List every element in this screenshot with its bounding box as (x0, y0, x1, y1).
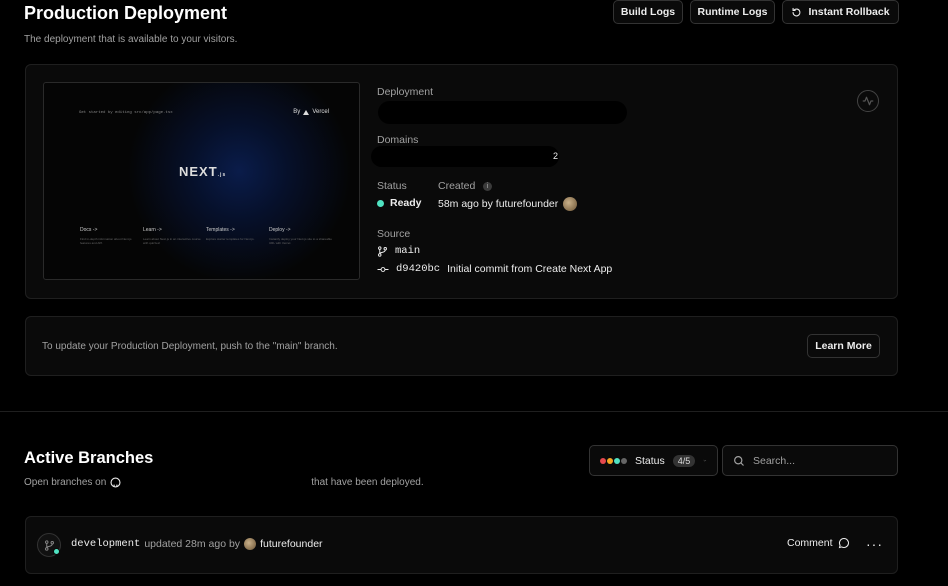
learn-more-button[interactable]: Learn More (807, 334, 880, 358)
source-branch[interactable]: main (377, 245, 420, 257)
deployment-url-redacted[interactable] (378, 101, 627, 124)
rollback-icon (792, 7, 801, 16)
active-branches-subtitle: Open branches on that have been deployed… (24, 477, 424, 488)
preview-next-logo: NEXT.js (179, 164, 226, 179)
deployment-label: Deployment (377, 86, 434, 98)
active-branches-title: Active Branches (24, 449, 154, 467)
preview-link-learn: Learn -> Learn about Next.js in an intera… (143, 227, 206, 245)
avatar (244, 538, 257, 550)
runtime-logs-button[interactable]: Runtime Logs (690, 0, 775, 24)
preview-link-templates: Templates -> Explore starter templates fo… (206, 227, 269, 245)
status-value: Ready (377, 197, 422, 209)
error-dot (600, 457, 606, 464)
comment-label: Comment (787, 537, 833, 549)
update-info-text: To update your Production Deployment, pu… (42, 341, 338, 352)
instant-rollback-button[interactable]: Instant Rollback (782, 0, 899, 24)
queued-dot (621, 457, 627, 464)
production-deployment-section: Production Deployment The deployment tha… (0, 0, 948, 412)
comment-button[interactable]: Comment (787, 537, 850, 549)
section-divider (0, 411, 948, 412)
search-box[interactable] (722, 445, 898, 476)
created-text: 58m ago by futurefounder (438, 198, 559, 210)
search-input[interactable] (753, 454, 883, 467)
vercel-triangle-icon (303, 109, 310, 115)
branch-updated-text: updated 28m ago by (144, 538, 241, 550)
search-icon (734, 455, 744, 466)
avatar[interactable] (563, 197, 578, 211)
preview-logo-suffix: .js (217, 172, 227, 178)
status-filter-count: 4/5 (672, 454, 696, 467)
page-title: Production Deployment (24, 3, 228, 23)
source-commit[interactable]: d9420bc Initial commit from Create Next … (377, 263, 612, 275)
preview-link-desc: Instantly deploy your Next.js site to a … (269, 237, 332, 245)
ready-dot (614, 457, 620, 464)
instant-rollback-label: Instant Rollback (808, 6, 890, 18)
info-icon[interactable]: i (483, 182, 492, 191)
subtitle-prefix: Open branches on (24, 477, 107, 488)
more-options-icon[interactable]: ··· (866, 536, 883, 552)
subtitle-suffix: that have been deployed. (311, 477, 424, 488)
status-filter-label: Status (635, 454, 665, 467)
chevron-down-icon (703, 459, 707, 462)
status-label: Status (377, 180, 407, 192)
git-commit-icon (377, 266, 389, 272)
preview-link-title: Templates -> (206, 227, 235, 233)
build-logs-button[interactable]: Build Logs (613, 0, 683, 24)
created-value: 58m ago by futurefounder (438, 197, 578, 211)
building-dot (607, 457, 613, 464)
status-color-dots (600, 457, 627, 464)
status-filter-dropdown[interactable]: Status 4/5 (589, 445, 718, 476)
branch-user[interactable]: futurefounder (260, 538, 322, 550)
preview-link-desc: Find in-depth information about Next.js … (80, 237, 132, 245)
preview-logo-text: NEXT (179, 164, 218, 179)
branch-name: main (395, 245, 421, 257)
commit-hash: d9420bc (396, 263, 441, 275)
branch-info: development updated 28m ago by futurefou… (71, 538, 323, 550)
git-branch-icon (378, 245, 387, 257)
repo-redacted[interactable] (125, 477, 308, 488)
deployment-preview-thumbnail[interactable]: Get started by editing src/app/page.tsx … (43, 82, 360, 280)
preview-link-desc: Explore starter templates for Next.js. (206, 237, 255, 241)
comment-icon (838, 537, 849, 549)
source-label: Source (377, 228, 411, 240)
preview-vercel-text: Vercel (312, 109, 329, 115)
preview-link-title: Learn -> (143, 227, 162, 233)
status-ready-text: Ready (390, 197, 422, 209)
domains-label: Domains (377, 134, 419, 146)
preview-link-docs: Docs -> Find in-depth information about N… (80, 227, 143, 245)
preview-get-started: Get started by editing src/app/page.tsx (79, 111, 173, 115)
preview-vercel-logo: By Vercel (293, 109, 329, 115)
domains-count[interactable]: 2 (553, 151, 558, 161)
activity-icon[interactable] (857, 90, 879, 112)
domain-redacted[interactable] (371, 146, 559, 167)
status-ready-dot (377, 199, 384, 207)
branch-ready-dot (53, 548, 60, 555)
created-label: Created (438, 180, 476, 192)
preview-links: Docs -> Find in-depth information about N… (80, 227, 340, 245)
preview-link-deploy: Deploy -> Instantly deploy your Next.js s… (269, 227, 332, 245)
preview-link-title: Docs -> (80, 227, 98, 233)
commit-message: Initial commit from Create Next App (447, 263, 613, 275)
page-subtitle: The deployment that is available to your… (24, 34, 238, 45)
github-icon (110, 477, 121, 488)
preview-link-title: Deploy -> (269, 227, 291, 233)
preview-by-text: By (293, 109, 301, 115)
branch-name-link[interactable]: development (71, 538, 140, 550)
preview-link-desc: Learn about Next.js in an interactive co… (143, 237, 201, 245)
